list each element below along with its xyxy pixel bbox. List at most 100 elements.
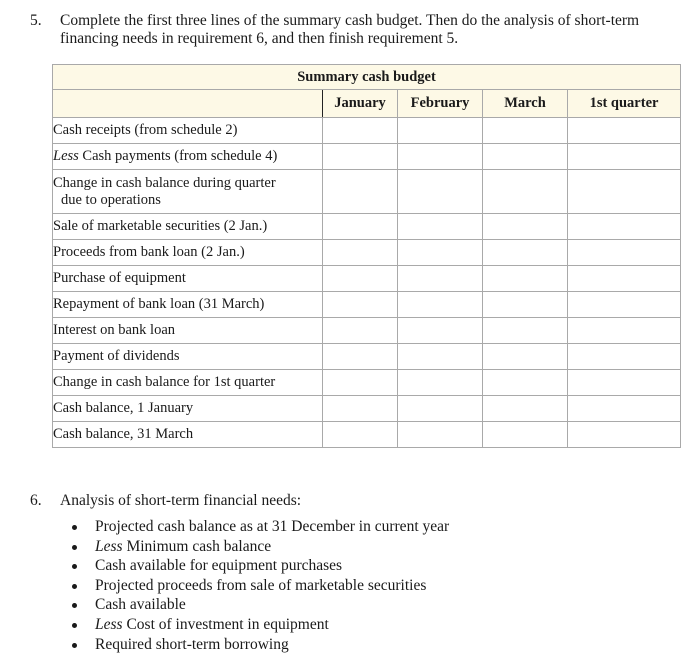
cell-february[interactable]	[397, 169, 483, 214]
bullet-icon	[72, 622, 77, 628]
cell-1st-quarter[interactable]	[566, 143, 682, 170]
row-label-text: Change in cash balance during quarter	[53, 174, 276, 191]
cell-march[interactable]	[482, 117, 568, 144]
cell-february[interactable]	[397, 291, 483, 318]
column-header-january: January	[322, 89, 398, 118]
table-row: Cash balance, 1 January	[52, 395, 682, 422]
cell-january[interactable]	[322, 239, 398, 266]
row-label-prefix: Less	[53, 148, 79, 164]
cell-february[interactable]	[397, 265, 483, 292]
cell-1st-quarter[interactable]	[566, 213, 682, 240]
requirement-5-text: Complete the first three lines of the su…	[60, 12, 639, 48]
column-header-label	[52, 89, 323, 118]
cell-february[interactable]	[397, 343, 483, 370]
row-label: Repayment of bank loan (31 March)	[52, 291, 323, 318]
cell-1st-quarter[interactable]	[566, 117, 682, 144]
analysis-bullet-item: Less Minimum cash balance	[66, 537, 449, 557]
summary-cash-budget-table: Summary cash budget January February Mar…	[51, 64, 682, 448]
cell-january[interactable]	[322, 395, 398, 422]
cell-march[interactable]	[482, 317, 568, 344]
row-label-text: Cash balance, 31 March	[53, 426, 194, 442]
cell-january[interactable]	[322, 291, 398, 318]
analysis-bullet-list: Projected cash balance as at 31 December…	[66, 517, 449, 654]
row-label: Change in cash balance for 1st quarter	[52, 369, 323, 396]
cell-january[interactable]	[322, 317, 398, 344]
cell-january[interactable]	[322, 265, 398, 292]
bullet-text: Required short-term borrowing	[95, 635, 289, 653]
cell-march[interactable]	[482, 239, 568, 266]
cell-march[interactable]	[482, 395, 568, 422]
analysis-bullet-item: Cash available for equipment purchases	[66, 556, 449, 576]
cell-february[interactable]	[397, 369, 483, 396]
table-row: Repayment of bank loan (31 March)	[52, 291, 682, 318]
requirement-5-line-2: financing needs in requirement 6, and th…	[60, 30, 459, 47]
analysis-bullet-item: Projected proceeds from sale of marketab…	[66, 576, 449, 596]
row-label-text: Repayment of bank loan (31 March)	[53, 296, 265, 312]
row-label-text: Cash payments (from schedule 4)	[78, 148, 278, 164]
column-header-february: February	[397, 89, 483, 118]
cell-february[interactable]	[397, 421, 483, 448]
row-label-text: Purchase of equipment	[53, 270, 186, 286]
cell-february[interactable]	[397, 143, 483, 170]
bullet-icon	[72, 564, 77, 570]
row-label-text: Cash balance, 1 January	[53, 400, 194, 416]
table-row: Cash receipts (from schedule 2)	[52, 117, 682, 144]
cell-january[interactable]	[322, 369, 398, 396]
bullet-icon	[72, 525, 77, 530]
table-title: Summary cash budget	[51, 64, 682, 90]
cell-february[interactable]	[397, 317, 483, 344]
analysis-bullet-item: Projected cash balance as at 31 December…	[66, 517, 449, 537]
cell-january[interactable]	[322, 169, 398, 214]
cell-1st-quarter[interactable]	[566, 265, 682, 292]
row-label: Proceeds from bank loan (2 Jan.)	[52, 239, 323, 266]
cell-march[interactable]	[482, 291, 568, 318]
column-header-1st-quarter: 1st quarter	[566, 89, 682, 118]
cell-1st-quarter[interactable]	[566, 421, 682, 448]
table-row: Purchase of equipment	[52, 265, 682, 292]
cell-1st-quarter[interactable]	[566, 169, 682, 214]
table-row: Proceeds from bank loan (2 Jan.)	[52, 239, 682, 266]
row-label: Cash balance, 1 January	[52, 395, 323, 422]
requirement-5-number: 5.	[30, 12, 42, 29]
cell-march[interactable]	[482, 265, 568, 292]
row-label: Cash balance, 31 March	[52, 421, 323, 448]
row-label-text: Cash receipts (from schedule 2)	[53, 122, 238, 138]
cell-1st-quarter[interactable]	[566, 317, 682, 344]
cell-february[interactable]	[397, 239, 483, 266]
cell-1st-quarter[interactable]	[566, 369, 682, 396]
cell-march[interactable]	[482, 369, 568, 396]
cell-march[interactable]	[482, 169, 568, 214]
table-header-row: January February March 1st quarter	[52, 89, 682, 118]
table-row: Cash balance, 31 March	[52, 421, 682, 448]
cell-february[interactable]	[397, 117, 483, 144]
row-label: Change in cash balance during quarter due…	[52, 169, 323, 214]
table-title-row: Summary cash budget	[51, 64, 682, 90]
cell-march[interactable]	[482, 343, 568, 370]
bullet-icon	[72, 544, 77, 550]
cell-january[interactable]	[322, 213, 398, 240]
cell-march[interactable]	[482, 213, 568, 240]
analysis-bullet-item: Cash available	[66, 595, 449, 615]
analysis-bullet-item: Required short-term borrowing	[66, 635, 449, 655]
cell-february[interactable]	[397, 213, 483, 240]
cell-january[interactable]	[322, 343, 398, 370]
table-row: Interest on bank loan	[52, 317, 682, 344]
cell-1st-quarter[interactable]	[566, 239, 682, 266]
cell-january[interactable]	[322, 143, 398, 170]
cell-1st-quarter[interactable]	[566, 395, 682, 422]
table-row: Payment of dividends	[52, 343, 682, 370]
cell-1st-quarter[interactable]	[566, 343, 682, 370]
row-label-text: Interest on bank loan	[53, 322, 176, 338]
bullet-text: Projected proceeds from sale of marketab…	[95, 576, 427, 594]
cell-march[interactable]	[482, 421, 568, 448]
cell-january[interactable]	[322, 421, 398, 448]
cell-march[interactable]	[482, 143, 568, 170]
cell-february[interactable]	[397, 395, 483, 422]
cell-january[interactable]	[322, 117, 398, 144]
row-label-text: Payment of dividends	[53, 348, 180, 364]
table-row: Change in cash balance during quarter due…	[52, 169, 682, 214]
cell-1st-quarter[interactable]	[566, 291, 682, 318]
row-label-text: Sale of marketable securities (2 Jan.)	[53, 218, 268, 234]
row-label: Cash receipts (from schedule 2)	[52, 117, 323, 144]
row-label-continuation: due to operations	[61, 191, 161, 208]
